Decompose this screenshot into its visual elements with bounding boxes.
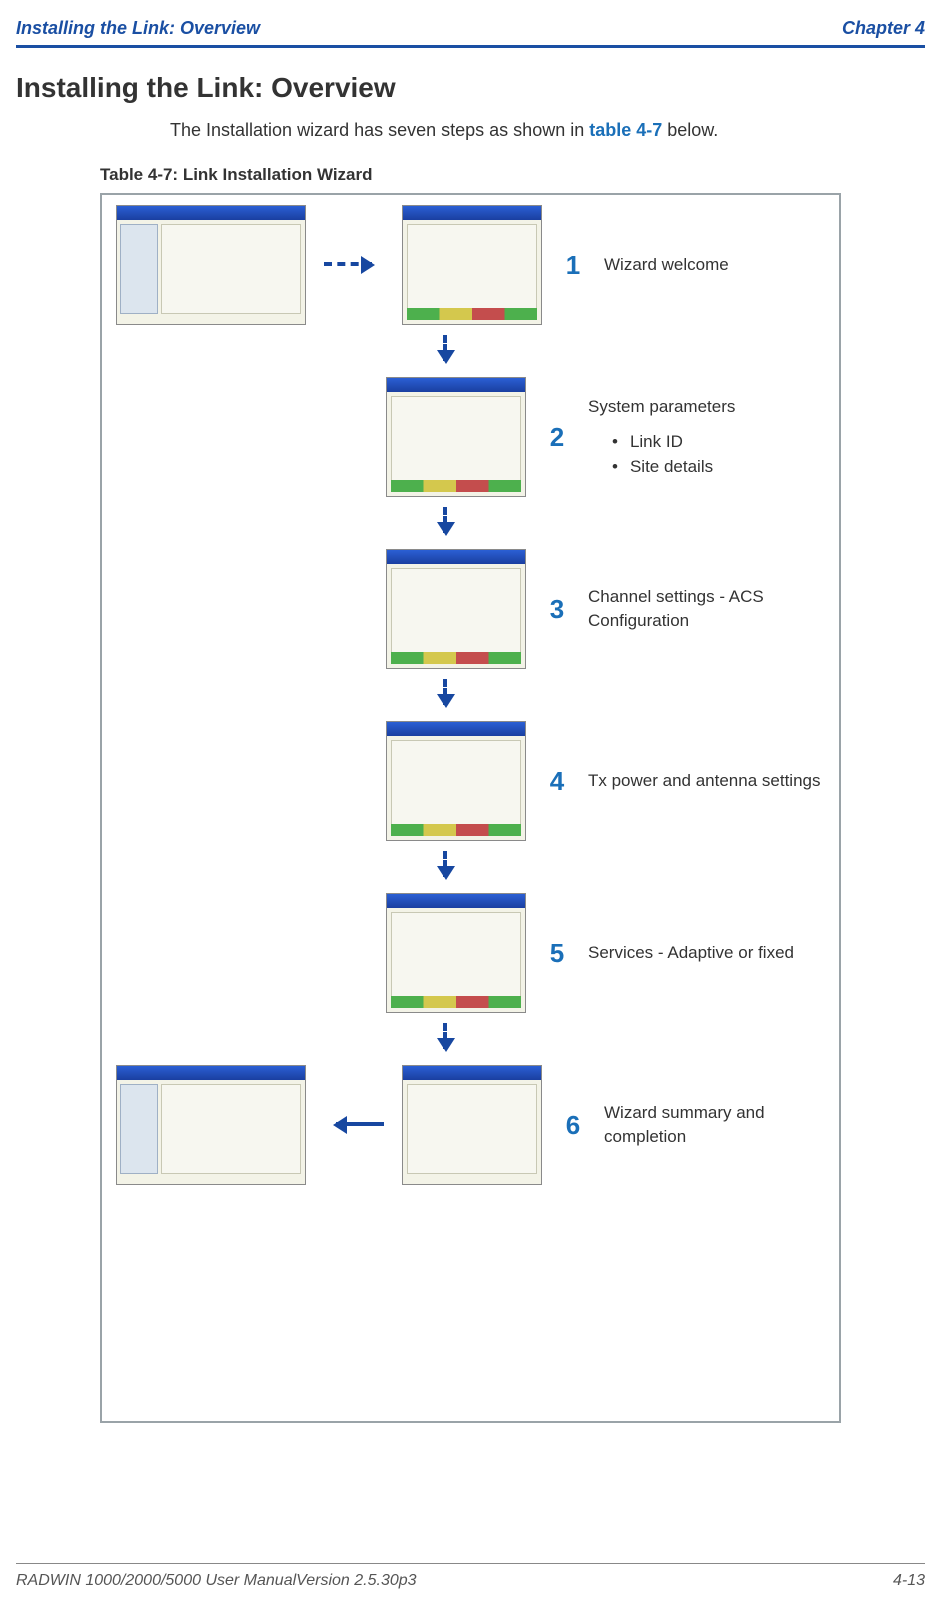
wizard-step2-thumb: [386, 377, 526, 497]
wizard-step1-thumb: [402, 205, 542, 325]
step-number: 2: [544, 422, 570, 453]
bullet-item: Link ID: [612, 430, 825, 455]
table-frame: 1 Wizard welcome 2 System parameters Lin…: [100, 193, 841, 1423]
manager-screenshot-thumb: [116, 205, 306, 325]
intro-suffix: below.: [662, 120, 718, 140]
footer-right: 4-13: [893, 1572, 925, 1590]
wizard-step6-thumb: [402, 1065, 542, 1185]
table-ref-link[interactable]: table 4-7: [589, 120, 662, 140]
page-header: Installing the Link: Overview Chapter 4: [0, 0, 941, 45]
section-title: Installing the Link: Overview: [0, 48, 941, 118]
step-2-row: 2 System parameters Link ID Site details: [116, 377, 825, 497]
step-6-row: 6 Wizard summary and completion: [116, 1065, 825, 1185]
step-number: 5: [544, 938, 570, 969]
step-number: 1: [560, 250, 586, 281]
footer-left: RADWIN 1000/2000/5000 User ManualVersion…: [16, 1572, 417, 1590]
step2-title: System parameters: [588, 397, 735, 416]
wizard-step3-thumb: [386, 549, 526, 669]
wizard-step5-thumb: [386, 893, 526, 1013]
step-number: 6: [560, 1110, 586, 1141]
arrow-down-icon: [437, 679, 455, 717]
header-left: Installing the Link: Overview: [16, 18, 260, 39]
step-number: 4: [544, 766, 570, 797]
page-footer: RADWIN 1000/2000/5000 User ManualVersion…: [16, 1563, 925, 1590]
bullet-item: Site details: [612, 455, 825, 480]
step-number: 3: [544, 594, 570, 625]
arrow-down-icon: [437, 1023, 455, 1061]
arrow-right-icon: [324, 256, 384, 274]
arrow-down-icon: [437, 335, 455, 373]
step-description: Wizard welcome: [604, 253, 825, 278]
step2-bullets: Link ID Site details: [588, 430, 825, 479]
table-caption: Table 4-7: Link Installation Wizard: [0, 143, 941, 193]
step-description: Tx power and antenna settings: [588, 769, 825, 794]
arrow-down-icon: [437, 851, 455, 889]
header-right: Chapter 4: [842, 18, 925, 39]
intro-prefix: The Installation wizard has seven steps …: [170, 120, 589, 140]
arrow-left-icon: [324, 1116, 384, 1134]
step-4-row: 4 Tx power and antenna settings: [116, 721, 825, 841]
step-description: Channel settings - ACS Configuration: [588, 585, 825, 634]
step-description: Wizard summary and completion: [604, 1101, 825, 1150]
arrow-down-icon: [437, 507, 455, 545]
step-description: Services - Adaptive or fixed: [588, 941, 825, 966]
step-description: System parameters Link ID Site details: [588, 395, 825, 479]
wizard-step4-thumb: [386, 721, 526, 841]
intro-paragraph: The Installation wizard has seven steps …: [0, 118, 941, 143]
manager-screenshot-thumb: [116, 1065, 306, 1185]
step-3-row: 3 Channel settings - ACS Configuration: [116, 549, 825, 669]
step-5-row: 5 Services - Adaptive or fixed: [116, 893, 825, 1013]
step-1-row: 1 Wizard welcome: [116, 205, 825, 325]
